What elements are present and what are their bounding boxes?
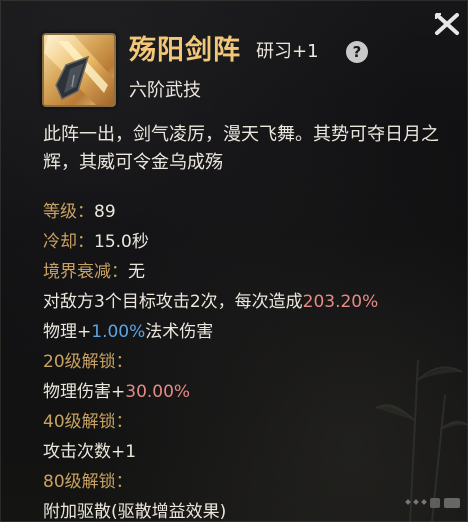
stat-level-value: 89 [94,202,116,222]
unlock-20-title: 20级解锁： [43,352,133,372]
unlock-80-effect: 附加驱散(驱散增益效果) [43,497,453,522]
effect-physical: 物理+1.00%法术伤害 [43,317,453,347]
skill-tier: 六阶武技 [129,80,201,101]
effect-attack: 对敌方3个目标攻击2次，每次造成203.20% [43,287,453,317]
unlock-80-effect-text: 附加驱散(驱散增益效果) [43,502,227,522]
stat-level: 等级：89 [43,197,453,227]
unlock-40-title: 40级解锁： [43,412,133,432]
stat-decay-label: 境界衰减： [43,262,128,282]
stat-cooldown: 冷却：15.0秒 [43,227,453,257]
unlock-40-effect-text: 攻击次数+1 [43,442,137,462]
effect-attack-value: 203.20% [302,292,379,312]
skill-description: 此阵一出，剑气凌厉，漫天飞舞。其势可夺日月之辉，其威可令金乌成殇 [43,124,439,173]
skill-tooltip-panel: 殇阳剑阵 研习+1 ? 六阶武技 此阵一出，剑气凌厉，漫天飞舞。其势可夺日月之辉… [0,0,468,522]
unlock-20-label: 20级解锁： [43,347,453,377]
effect-physical-prefix: 物理+ [43,322,92,342]
unlock-80-label: 80级解锁： [43,467,453,497]
skill-stats: 等级：89 冷却：15.0秒 境界衰减：无 对敌方3个目标攻击2次，每次造成20… [43,197,453,522]
effect-physical-value: 1.00% [91,322,146,342]
close-icon[interactable] [434,11,460,37]
stat-cooldown-value: 15.0秒 [94,232,149,252]
stat-cooldown-label: 冷却： [43,232,94,252]
watermark-logo [405,498,460,508]
help-icon[interactable]: ? [346,41,368,63]
unlock-80-title: 80级解锁： [43,472,133,492]
skill-name: 殇阳剑阵 [129,35,241,66]
skill-study-level: 研习+1 [256,41,319,62]
unlock-40-effect: 攻击次数+1 [43,437,453,467]
unlock-20-effect-text: 物理伤害+ [43,382,126,402]
stat-level-label: 等级： [43,202,94,222]
effect-attack-text: 对敌方3个目标攻击2次，每次造成 [43,292,303,312]
stat-decay-value: 无 [128,262,145,282]
stat-realm-decay: 境界衰减：无 [43,257,453,287]
effect-physical-suffix: 法术伤害 [145,322,214,342]
unlock-40-label: 40级解锁： [43,407,453,437]
unlock-20-effect: 物理伤害+30.00% [43,377,453,407]
sword-array-icon [42,33,116,107]
unlock-20-effect-value: 30.00% [125,382,191,402]
